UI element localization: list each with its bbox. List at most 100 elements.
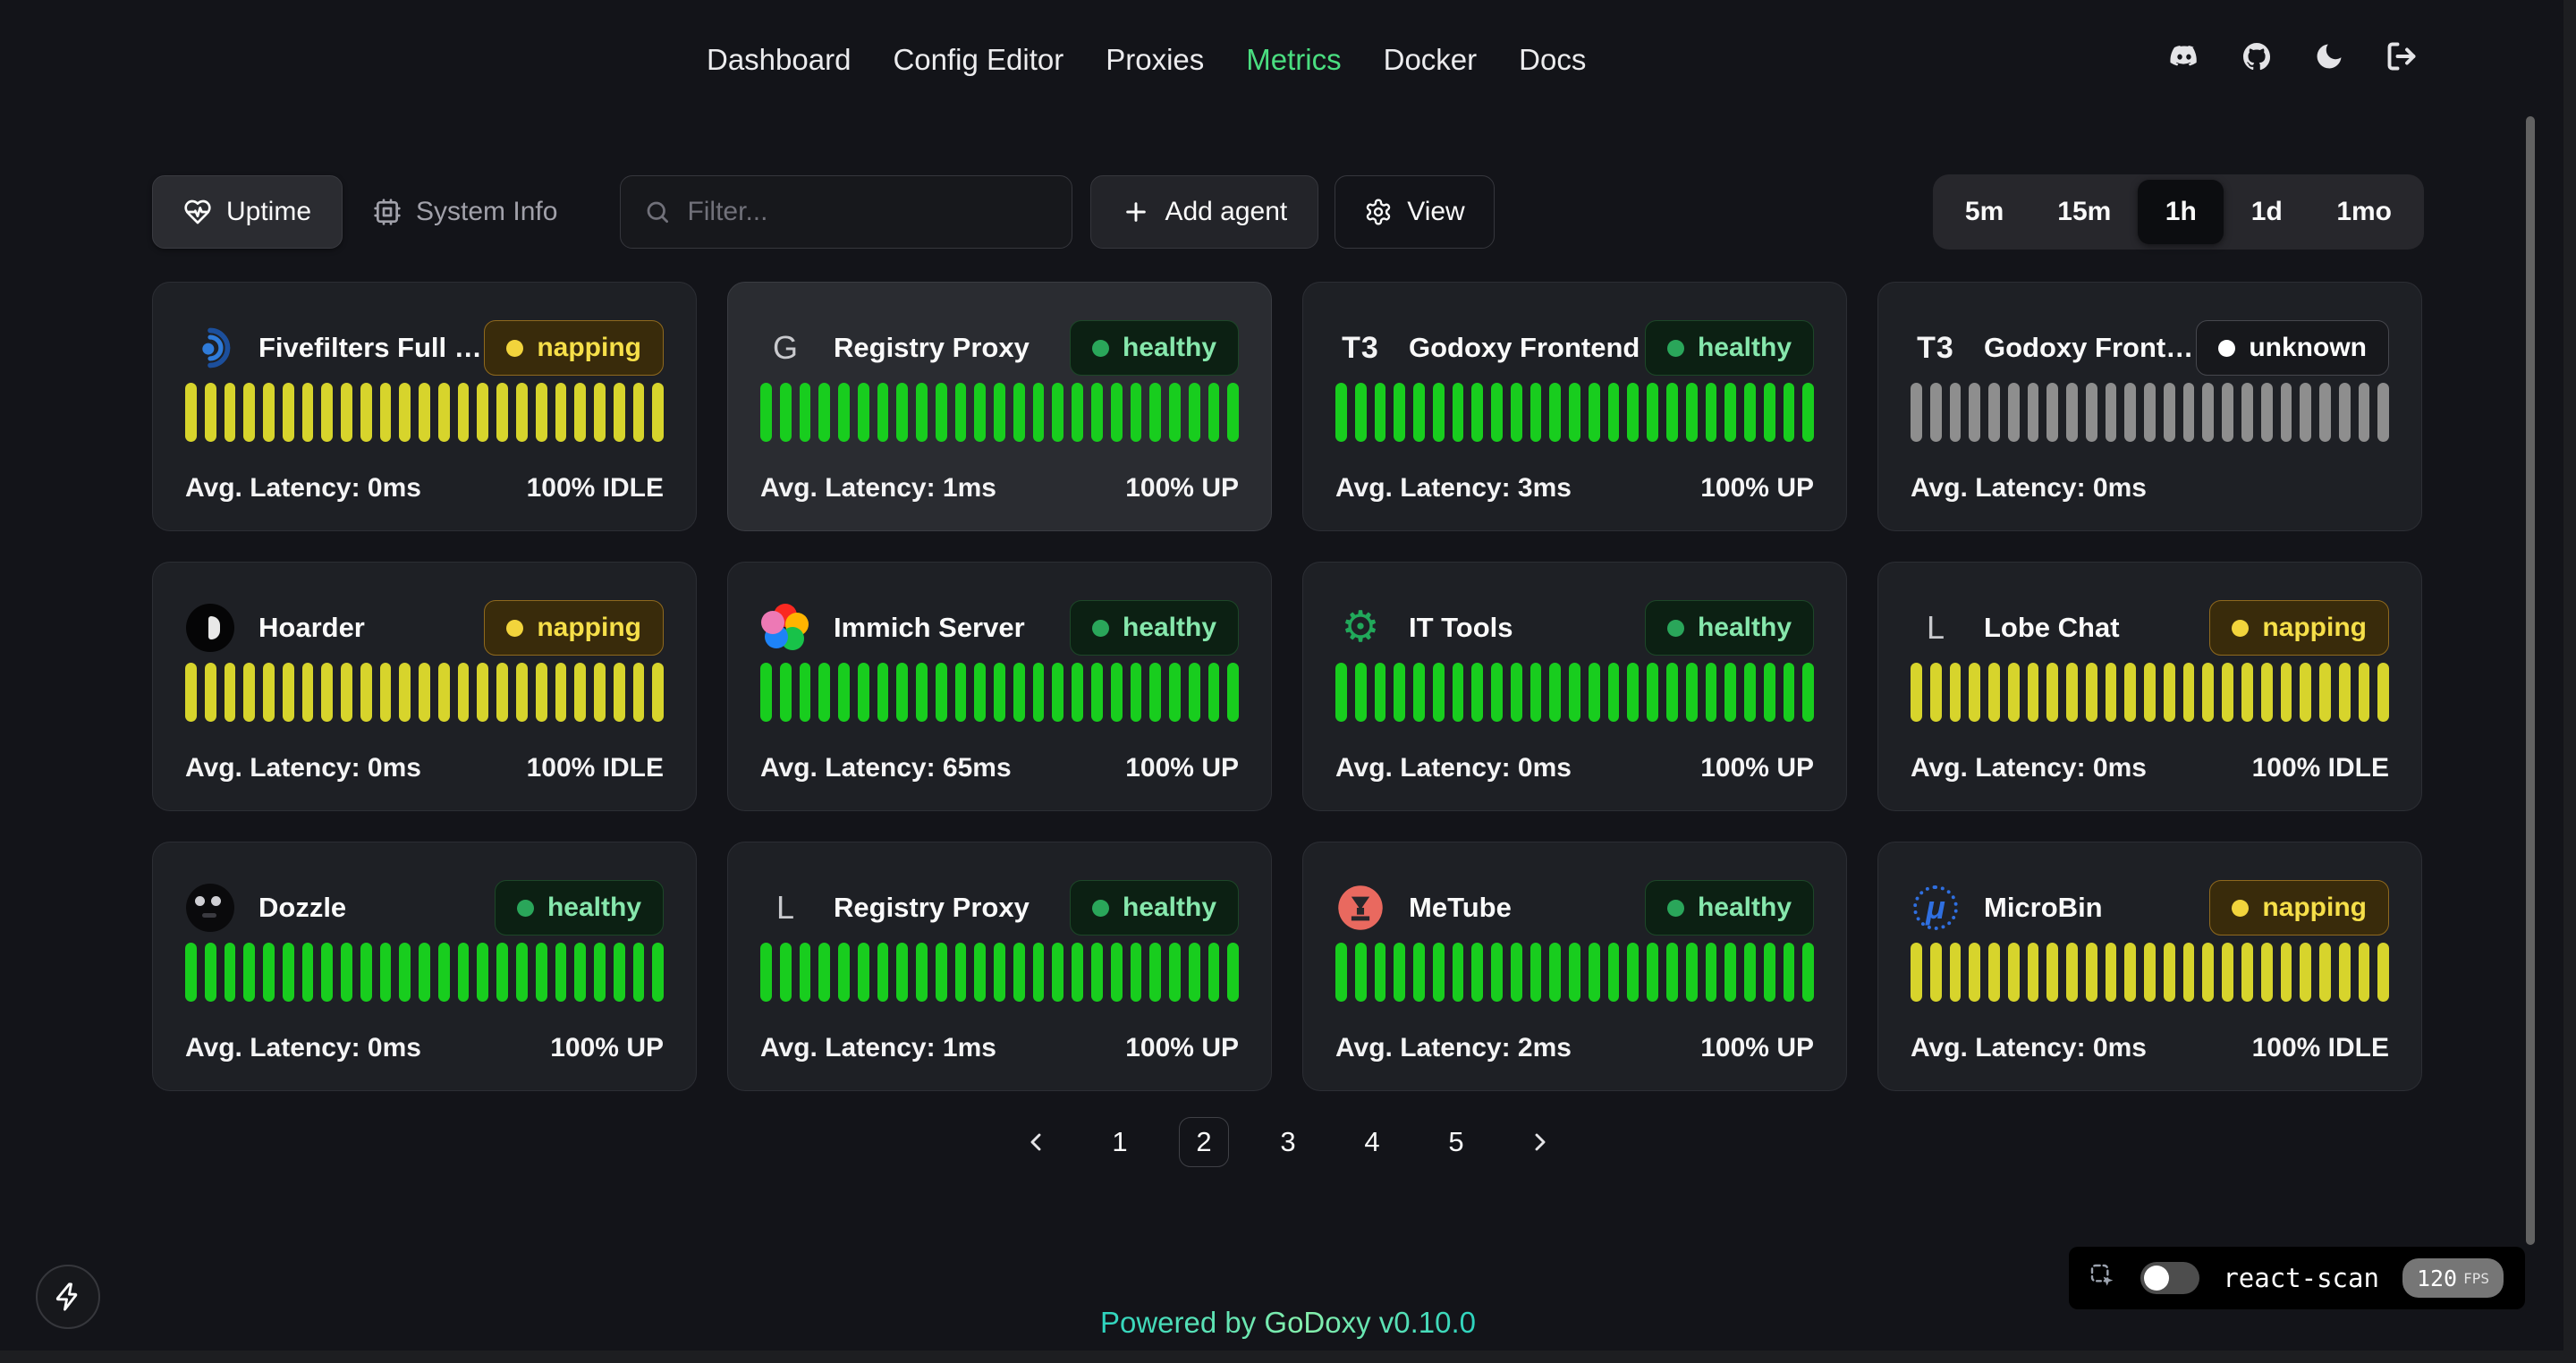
uptime-bar	[263, 943, 275, 1002]
status-label: healthy	[547, 893, 641, 923]
add-agent-button[interactable]: Add agent	[1090, 175, 1318, 249]
nav-item-proxies[interactable]: Proxies	[1106, 43, 1204, 77]
moon-icon[interactable]	[2312, 39, 2346, 73]
uptime-bar	[283, 943, 294, 1002]
time-range-15m[interactable]: 15m	[2030, 180, 2138, 244]
uptime-bar	[2183, 943, 2195, 1002]
nav-item-metrics[interactable]: Metrics	[1246, 43, 1341, 77]
uptime-bars	[1335, 663, 1814, 722]
letter-icon: L	[1911, 603, 1961, 653]
uptime-bar	[1189, 943, 1200, 1002]
uptime-percent: 100% UP	[550, 1033, 664, 1063]
fps-value: 120	[2417, 1266, 2457, 1291]
tab-system-info[interactable]: System Info	[343, 175, 588, 249]
uptime-bar	[1433, 383, 1445, 442]
uptime-bar	[2086, 383, 2097, 442]
card-header: T3 Godoxy Frontend unknown	[1911, 320, 2389, 376]
uptime-bar	[380, 943, 392, 1002]
service-name: IT Tools	[1409, 612, 1513, 644]
uptime-bar	[496, 383, 508, 442]
nav-item-docs[interactable]: Docs	[1519, 43, 1586, 77]
page-1[interactable]: 1	[1095, 1117, 1145, 1167]
service-name: MeTube	[1409, 892, 1512, 924]
uptime-bar	[1530, 383, 1542, 442]
status-badge: healthy	[1645, 880, 1814, 935]
status-label: napping	[537, 613, 641, 643]
avg-latency: Avg. Latency: 0ms	[185, 1033, 421, 1063]
uptime-bar	[2086, 663, 2097, 722]
time-range-1mo[interactable]: 1mo	[2309, 180, 2419, 244]
service-card[interactable]: L Registry Proxy healthy Avg. Latency: 1…	[727, 842, 1272, 1091]
letter-icon: G	[760, 323, 810, 373]
uptime-bar	[574, 663, 586, 722]
service-card[interactable]: Dozzle healthy Avg. Latency: 0ms 100% UP	[152, 842, 697, 1091]
logout-icon[interactable]	[2385, 39, 2419, 73]
card-header: μ MicroBin napping	[1911, 880, 2389, 935]
uptime-bar	[243, 663, 255, 722]
uptime-bar	[760, 663, 772, 722]
uptime-bar	[321, 943, 333, 1002]
uptime-bar	[302, 383, 314, 442]
uptime-bar	[1355, 943, 1367, 1002]
uptime-bar	[1666, 383, 1678, 442]
status-badge: healthy	[1070, 320, 1239, 376]
uptime-bar	[1131, 943, 1142, 1002]
tab-uptime[interactable]: Uptime	[152, 175, 343, 249]
page-3[interactable]: 3	[1263, 1117, 1313, 1167]
nav-item-dashboard[interactable]: Dashboard	[707, 43, 851, 77]
uptime-bar	[2028, 383, 2039, 442]
page-5[interactable]: 5	[1431, 1117, 1481, 1167]
service-card[interactable]: MeTube healthy Avg. Latency: 2ms 100% UP	[1302, 842, 1847, 1091]
uptime-bar	[2008, 943, 2020, 1002]
page-2[interactable]: 2	[1179, 1117, 1229, 1167]
service-card[interactable]: Fivefilters Full Tex… napping Avg. Laten…	[152, 282, 697, 531]
quick-actions-button[interactable]	[36, 1265, 100, 1329]
service-card[interactable]: Immich Server healthy Avg. Latency: 65ms…	[727, 562, 1272, 811]
nav-item-docker[interactable]: Docker	[1384, 43, 1478, 77]
status-label: healthy	[1123, 893, 1216, 923]
uptime-bar	[1724, 383, 1736, 442]
uptime-bar	[205, 663, 216, 722]
chevron-right-icon[interactable]	[1515, 1117, 1565, 1167]
service-card[interactable]: G Registry Proxy healthy Avg. Latency: 1…	[727, 282, 1272, 531]
powered-by-footer[interactable]: Powered by GoDoxy v0.10.0	[0, 1306, 2576, 1340]
uptime-bar	[536, 943, 547, 1002]
service-card[interactable]: Hoarder napping Avg. Latency: 0ms 100% I…	[152, 562, 697, 811]
page-4[interactable]: 4	[1347, 1117, 1397, 1167]
heart-pulse-icon	[183, 198, 212, 226]
uptime-bar	[1764, 663, 1775, 722]
service-card[interactable]: μ MicroBin napping Avg. Latency: 0ms 100…	[1877, 842, 2422, 1091]
filter-search-box[interactable]	[620, 175, 1072, 249]
chevron-left-icon[interactable]	[1011, 1117, 1061, 1167]
uptime-bar	[1969, 663, 1980, 722]
service-card[interactable]: T3 Godoxy Frontend unknown Avg. Latency:…	[1877, 282, 2422, 531]
filter-input[interactable]	[687, 197, 1048, 227]
inspect-cursor-icon[interactable]	[2089, 1262, 2117, 1295]
avg-latency: Avg. Latency: 65ms	[760, 753, 1012, 783]
time-range-1d[interactable]: 1d	[2224, 180, 2309, 244]
github-icon[interactable]	[2240, 39, 2274, 73]
discord-icon[interactable]	[2167, 39, 2201, 73]
uptime-bar	[1802, 383, 1814, 442]
service-card[interactable]: T3 Godoxy Frontend healthy Avg. Latency:…	[1302, 282, 1847, 531]
time-range-5m[interactable]: 5m	[1938, 180, 2030, 244]
uptime-bar	[2377, 943, 2389, 1002]
status-label: healthy	[1698, 893, 1792, 923]
uptime-bar	[243, 383, 255, 442]
uptime-bar	[818, 943, 830, 1002]
vertical-scrollbar[interactable]	[2526, 116, 2535, 1245]
uptime-bar	[302, 663, 314, 722]
service-card[interactable]: L Lobe Chat napping Avg. Latency: 0ms 10…	[1877, 562, 2422, 811]
uptime-bar	[633, 663, 645, 722]
service-card[interactable]: ⚙ IT Tools healthy Avg. Latency: 0ms 100…	[1302, 562, 1847, 811]
service-name: Dozzle	[258, 892, 346, 924]
react-scan-toggle[interactable]	[2140, 1262, 2199, 1294]
uptime-bar	[2300, 943, 2311, 1002]
view-button[interactable]: View	[1335, 175, 1494, 249]
add-agent-label: Add agent	[1165, 197, 1287, 227]
uptime-bar	[1744, 943, 1756, 1002]
uptime-bar	[1549, 663, 1561, 722]
nav-item-config-editor[interactable]: Config Editor	[893, 43, 1063, 77]
time-range-1h[interactable]: 1h	[2138, 180, 2224, 244]
uptime-bar	[458, 943, 470, 1002]
